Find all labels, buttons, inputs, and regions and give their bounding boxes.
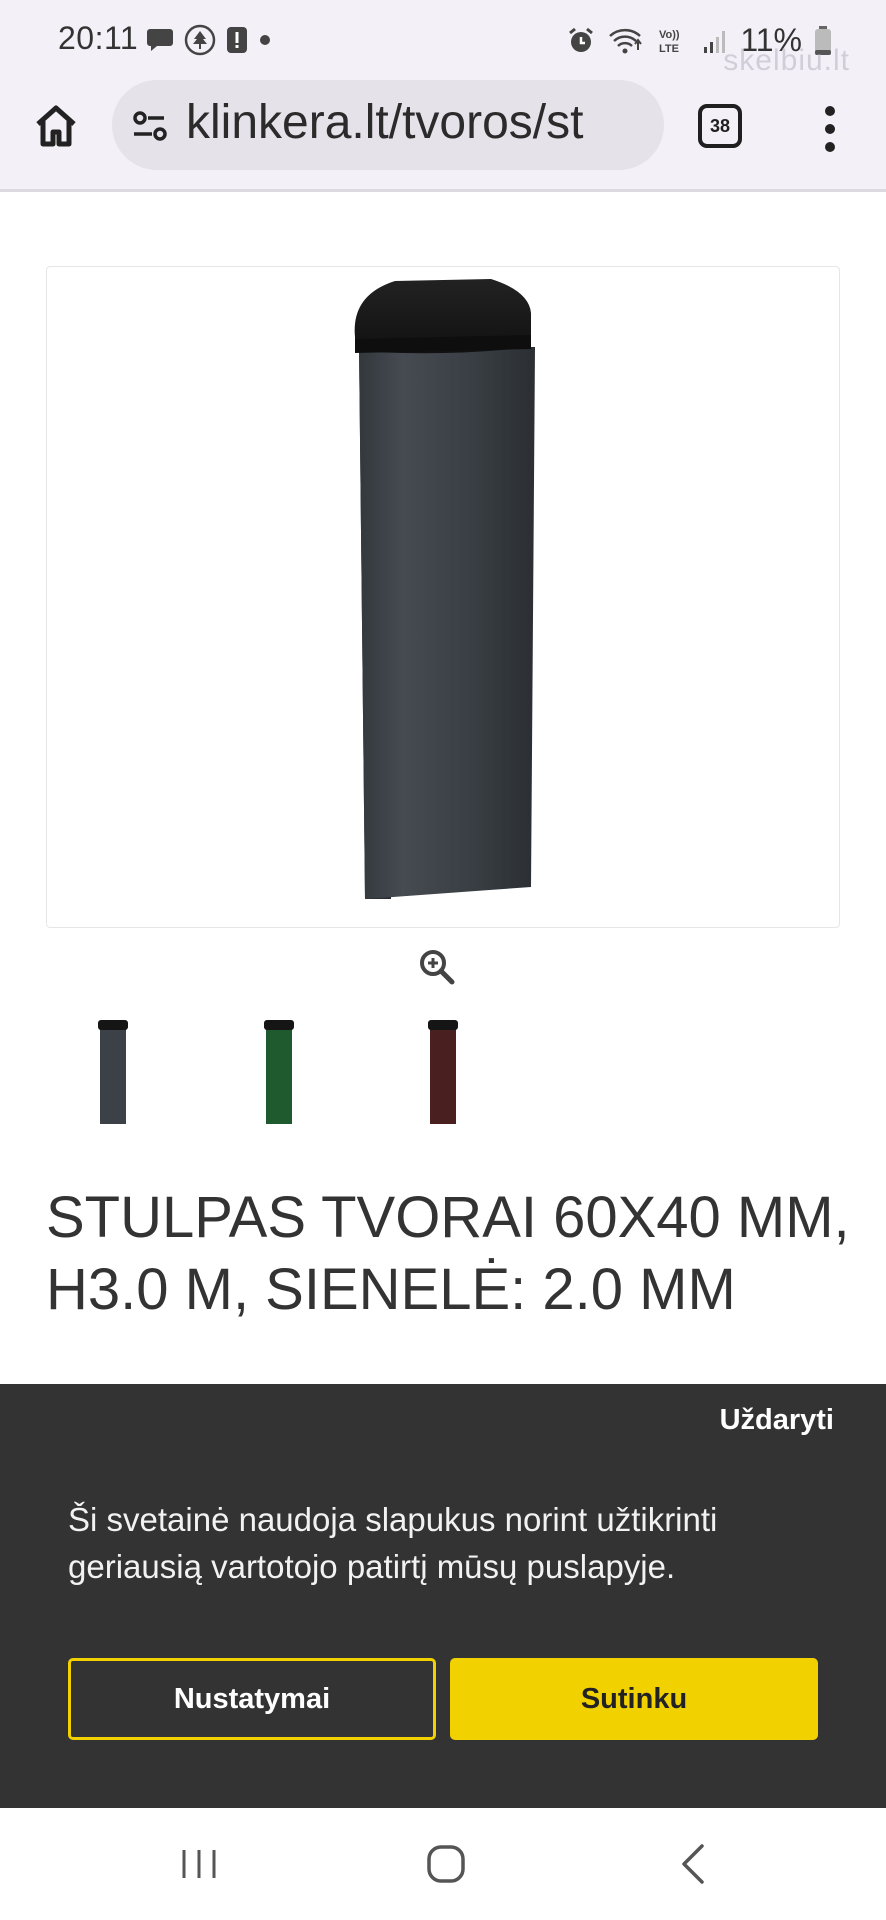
- cookie-settings-button[interactable]: Nustatymai: [68, 1658, 436, 1740]
- system-nav-bar: [0, 1808, 886, 1920]
- site-settings-icon[interactable]: [130, 106, 170, 146]
- watermark: skelbiu.lt: [723, 44, 850, 77]
- tree-logo-icon: [184, 24, 216, 56]
- zoom-in-icon[interactable]: [418, 948, 456, 986]
- more-menu-icon[interactable]: [816, 104, 844, 154]
- close-cookie-link[interactable]: Uždaryti: [720, 1404, 834, 1437]
- cookie-banner: Uždaryti Ši svetainė naudoja slapukus no…: [0, 1384, 886, 1808]
- status-time: 20:11: [58, 20, 139, 56]
- fence-post-image: [354, 279, 535, 899]
- status-bar: 20:11 Vo)) LTE 11% skelbiu.lt: [0, 0, 886, 80]
- home-icon[interactable]: [32, 102, 80, 150]
- volte-icon: Vo)) LTE: [659, 29, 680, 55]
- tab-switcher-button[interactable]: 38: [698, 104, 742, 148]
- cookie-message: Ši svetainė naudoja slapukus norint užti…: [68, 1501, 718, 1585]
- browser-toolbar: klinkera.lt/tvoros/st 38: [0, 80, 886, 192]
- address-bar[interactable]: klinkera.lt/tvoros/st: [112, 80, 664, 170]
- thumbnail-anthracite[interactable]: [62, 1010, 162, 1130]
- thumbnail-strip: [0, 1010, 886, 1130]
- svg-text:LTE: LTE: [659, 43, 679, 55]
- dot-icon: [260, 35, 270, 45]
- product-title: STULPAS TVORAI 60X40 MM, H3.0 M, SIENELĖ…: [46, 1185, 850, 1322]
- back-icon[interactable]: [672, 1842, 722, 1886]
- chat-icon: [147, 29, 173, 51]
- cookie-accept-button[interactable]: Sutinku: [450, 1658, 818, 1740]
- thumbnail-brown[interactable]: [392, 1010, 492, 1130]
- wifi-icon: [609, 28, 643, 53]
- url-text[interactable]: klinkera.lt/tvoros/st: [186, 95, 583, 150]
- product-main-image[interactable]: [46, 266, 840, 928]
- recent-apps-icon[interactable]: [174, 1842, 224, 1886]
- home-nav-icon[interactable]: [420, 1842, 470, 1886]
- thumbnail-green[interactable]: [228, 1010, 328, 1130]
- alarm-icon: [569, 27, 594, 52]
- notification-icons: [146, 24, 272, 56]
- svg-text:Vo)): Vo)): [659, 29, 680, 41]
- alert-icon: [227, 27, 247, 53]
